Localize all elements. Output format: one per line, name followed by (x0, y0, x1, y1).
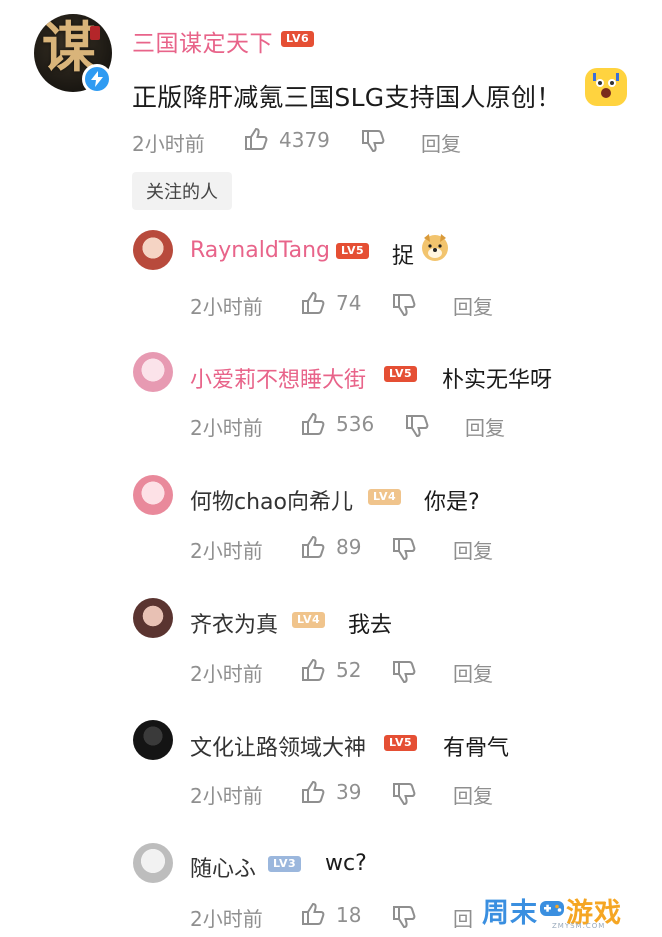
level-badge: LV4 (292, 612, 326, 628)
level-badge: LV4 (368, 489, 402, 505)
main-username[interactable]: 三国谋定天下 (132, 24, 273, 58)
reply-time: 2小时前 (190, 295, 263, 319)
site-watermark: 周末 游戏 ZMYSM.COM (482, 888, 652, 932)
reply-text: wc? (325, 851, 367, 876)
reply-time: 2小时前 (190, 416, 263, 440)
level-badge: LV5 (384, 735, 418, 751)
reply-button[interactable]: 回复 (421, 128, 461, 157)
reply-username[interactable]: 何物chao向希儿 (190, 484, 353, 516)
reply-avatar[interactable] (133, 352, 173, 392)
main-time: 2小时前 (132, 132, 205, 156)
reply-avatar[interactable] (133, 720, 173, 760)
thumbs-up-icon[interactable] (300, 411, 326, 441)
reply-button[interactable]: 回复 (453, 780, 493, 809)
thumbs-up-icon[interactable] (300, 534, 326, 564)
reply-username[interactable]: 齐衣为真 (190, 607, 278, 639)
thumbs-down-icon[interactable] (391, 659, 417, 689)
level-badge: LV6 (281, 31, 315, 47)
level-badge: LV5 (384, 366, 418, 382)
thumbs-up-icon[interactable] (300, 290, 326, 320)
thumbs-down-icon[interactable] (360, 128, 386, 158)
reply-like-count: 536 (336, 412, 375, 436)
reply-like-count: 74 (336, 291, 362, 315)
red-seal-mark (90, 26, 100, 40)
reply-time: 2小时前 (190, 784, 263, 808)
reply-username[interactable]: 文化让路领域大神 (190, 730, 366, 762)
watermark-domain: ZMYSM.COM (552, 922, 606, 930)
thumbs-down-icon[interactable] (391, 292, 417, 322)
level-badge: LV3 (268, 856, 302, 872)
reply-like-count: 18 (336, 903, 362, 927)
reply-button[interactable]: 回复 (453, 658, 493, 687)
thumbs-down-icon[interactable] (404, 413, 430, 443)
thumbs-down-icon[interactable] (391, 536, 417, 566)
shocked-face-emoji (585, 68, 627, 106)
reply-button[interactable]: 回复 (465, 412, 505, 441)
reply-button[interactable]: 回 (453, 903, 473, 932)
reply-button[interactable]: 回复 (453, 535, 493, 564)
reply-like-count: 39 (336, 780, 362, 804)
thumbs-up-icon[interactable] (300, 901, 326, 931)
following-tag[interactable]: 关注的人 (132, 172, 232, 210)
reply-username[interactable]: 随心ふ (190, 851, 256, 883)
thumbs-down-icon[interactable] (391, 904, 417, 934)
reply-time: 2小时前 (190, 539, 263, 563)
reply-avatar[interactable] (133, 475, 173, 515)
reply-like-count: 52 (336, 658, 362, 682)
thumbs-down-icon[interactable] (391, 781, 417, 811)
reply-text: 捉 (392, 244, 415, 269)
gamepad-icon (539, 896, 565, 924)
reply-button[interactable]: 回复 (453, 291, 493, 320)
main-like-count: 4379 (279, 128, 330, 152)
reply-like-count: 89 (336, 535, 362, 559)
reply-username[interactable]: RaynaldTang (190, 238, 330, 263)
reply-avatar[interactable] (133, 230, 173, 270)
reply-text: 我去 (348, 613, 393, 638)
thumbs-up-icon[interactable] (300, 657, 326, 687)
main-comment-text: 正版降肝减氪三国SLG支持国人原创！ (132, 83, 562, 112)
reply-text: 你是? (424, 490, 480, 515)
reply-text: 朴实无华呀 (442, 368, 553, 393)
verified-lightning-icon (82, 64, 112, 94)
thumbs-up-icon[interactable] (243, 126, 269, 156)
reply-time: 2小时前 (190, 662, 263, 686)
thumbs-up-icon[interactable] (300, 779, 326, 809)
level-badge: LV5 (336, 243, 370, 259)
reply-username[interactable]: 小爱莉不想睡大街 (190, 362, 366, 394)
reply-avatar[interactable] (133, 598, 173, 638)
reply-avatar[interactable] (133, 843, 173, 883)
reply-time: 2小时前 (190, 907, 263, 931)
reply-text: 有骨气 (443, 736, 510, 761)
doge-emoji (420, 232, 450, 266)
watermark-part1: 周末 (482, 897, 538, 929)
